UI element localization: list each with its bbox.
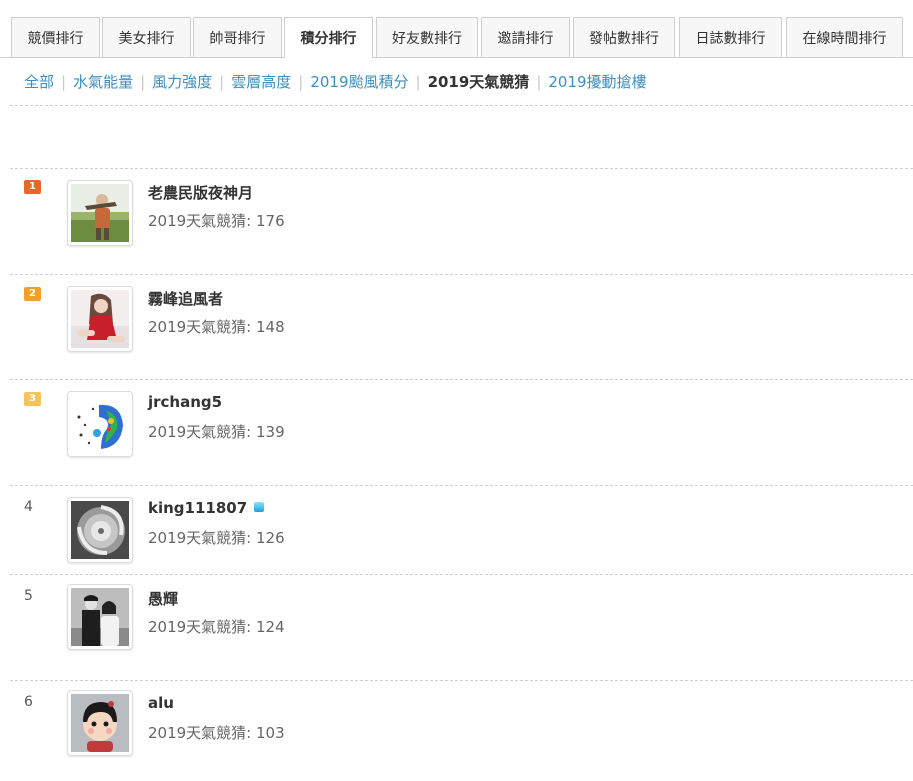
tab-online-time-ranking[interactable]: 在線時間排行 — [786, 17, 903, 57]
ranking-row: 5 愚輝 2019天氣競猜: 124 — [0, 574, 913, 680]
avatar-farmer-image — [71, 184, 129, 242]
tab-invite-ranking[interactable]: 邀請排行 — [481, 17, 570, 57]
username-with-badge[interactable]: king111807 — [148, 499, 265, 517]
subnav-all[interactable]: 全部 — [24, 73, 54, 91]
avatar-radar-image — [71, 395, 129, 453]
score: 2019天氣競猜: 176 — [148, 212, 285, 230]
subnav-disturbance-floor[interactable]: 2019擾動搶樓 — [548, 73, 646, 91]
tab-blog-ranking[interactable]: 日誌數排行 — [679, 17, 782, 57]
username[interactable]: jrchang5 — [148, 393, 222, 411]
username[interactable]: 老農民版夜神月 — [148, 182, 253, 203]
score: 2019天氣競猜: 103 — [148, 724, 285, 742]
tab-posts-ranking[interactable]: 發帖數排行 — [573, 17, 675, 57]
ranking-row: 2 霧峰追風者 2019天氣競猜: 148 — [0, 274, 913, 379]
tab-handsome-ranking[interactable]: 帥哥排行 — [193, 17, 282, 57]
tab-friends-ranking[interactable]: 好友數排行 — [376, 17, 478, 57]
avatar[interactable] — [67, 497, 133, 563]
subnav-weather-guess[interactable]: 2019天氣競猜 — [428, 73, 530, 91]
rank-number: 6 — [24, 694, 33, 710]
subnav-water-energy[interactable]: 水氣能量 — [73, 73, 133, 91]
avatar-girl-image — [71, 290, 129, 348]
avatar[interactable] — [67, 180, 133, 246]
avatar[interactable] — [67, 286, 133, 352]
username[interactable]: alu — [148, 694, 174, 712]
tab-beauty-ranking[interactable]: 美女排行 — [102, 17, 191, 57]
ranking-row: 3 jrchang5 2019天氣競猜: 139 — [0, 379, 913, 485]
subnav-separator: | — [415, 73, 421, 91]
subnav-separator: | — [61, 73, 67, 91]
avatar-typhoon-image — [71, 501, 129, 559]
subnav-wind-strength[interactable]: 風力強度 — [152, 73, 212, 91]
divider — [10, 105, 913, 106]
avatar-couple-photo — [71, 588, 129, 646]
gem-icon — [254, 502, 265, 512]
ranking-row: 6 alu 2019天氣競猜: 103 — [0, 680, 913, 781]
points-subnav: 全部 | 水氣能量 | 風力強度 | 雲層高度 | 2019颱風積分 | 2019天氣競猜 | 2019… — [24, 71, 647, 93]
subnav-separator: | — [219, 73, 225, 91]
rank-badge: 1 — [24, 180, 41, 194]
username[interactable]: king111807 — [148, 499, 247, 517]
tab-points-ranking[interactable]: 積分排行 — [284, 17, 373, 58]
ranking-tabs: 競價排行 美女排行 帥哥排行 積分排行 好友數排行 邀請排行 發帖數排行 日誌數… — [0, 0, 913, 58]
rank-badge: 3 — [24, 392, 41, 406]
avatar[interactable] — [67, 584, 133, 650]
rank-badge: 2 — [24, 287, 41, 301]
username[interactable]: 霧峰追風者 — [148, 288, 223, 309]
avatar[interactable] — [67, 391, 133, 457]
score: 2019天氣競猜: 124 — [148, 618, 285, 636]
rank-number: 5 — [24, 588, 33, 604]
tabs-baseline — [0, 57, 913, 58]
rank-number: 4 — [24, 499, 33, 515]
subnav-typhoon-points[interactable]: 2019颱風積分 — [310, 73, 408, 91]
username[interactable]: 愚輝 — [148, 588, 178, 609]
score: 2019天氣競猜: 139 — [148, 423, 285, 441]
ranking-row: 1 老農民版夜神月 2019天氣競猜: 176 — [0, 168, 913, 274]
avatar-cartoon-image — [71, 694, 129, 752]
subnav-cloud-height[interactable]: 雲層高度 — [231, 73, 291, 91]
score: 2019天氣競猜: 126 — [148, 529, 285, 547]
score: 2019天氣競猜: 148 — [148, 318, 285, 336]
subnav-separator: | — [536, 73, 542, 91]
subnav-separator: | — [140, 73, 146, 91]
tab-bid-ranking[interactable]: 競價排行 — [11, 17, 100, 57]
ranking-row: 4 king111807 2019天氣競猜: 126 — [0, 485, 913, 574]
avatar[interactable] — [67, 690, 133, 756]
subnav-separator: | — [298, 73, 304, 91]
